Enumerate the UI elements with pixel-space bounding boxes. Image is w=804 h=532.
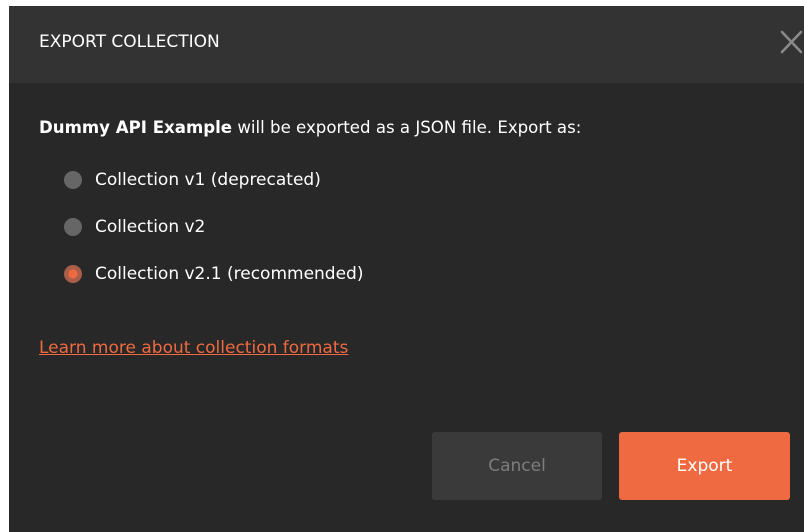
dialog-title: EXPORT COLLECTION	[39, 32, 220, 52]
close-icon[interactable]	[779, 28, 804, 56]
export-prompt-text: will be exported as a JSON file. Export …	[232, 118, 582, 137]
learn-more-link[interactable]: Learn more about collection formats	[39, 338, 348, 358]
option-collection-v2-1[interactable]: Collection v2.1 (recommended)	[64, 262, 363, 286]
option-label: Collection v2.1 (recommended)	[95, 264, 364, 284]
export-collection-dialog: EXPORT COLLECTION Dummy API Example will…	[9, 6, 804, 532]
option-collection-v1[interactable]: Collection v1 (deprecated)	[64, 168, 321, 192]
dialog-header: EXPORT COLLECTION	[9, 6, 804, 83]
radio-collection-v2-1[interactable]	[64, 265, 82, 283]
collection-name: Dummy API Example	[39, 118, 233, 137]
option-label: Collection v1 (deprecated)	[95, 170, 321, 190]
export-button[interactable]: Export	[619, 432, 790, 500]
option-label: Collection v2	[95, 217, 206, 237]
export-prompt: Dummy API Example will be exported as a …	[39, 118, 581, 137]
radio-collection-v1[interactable]	[64, 171, 82, 189]
radio-collection-v2[interactable]	[64, 218, 82, 236]
cancel-button[interactable]: Cancel	[432, 432, 602, 500]
option-collection-v2[interactable]: Collection v2	[64, 215, 205, 239]
